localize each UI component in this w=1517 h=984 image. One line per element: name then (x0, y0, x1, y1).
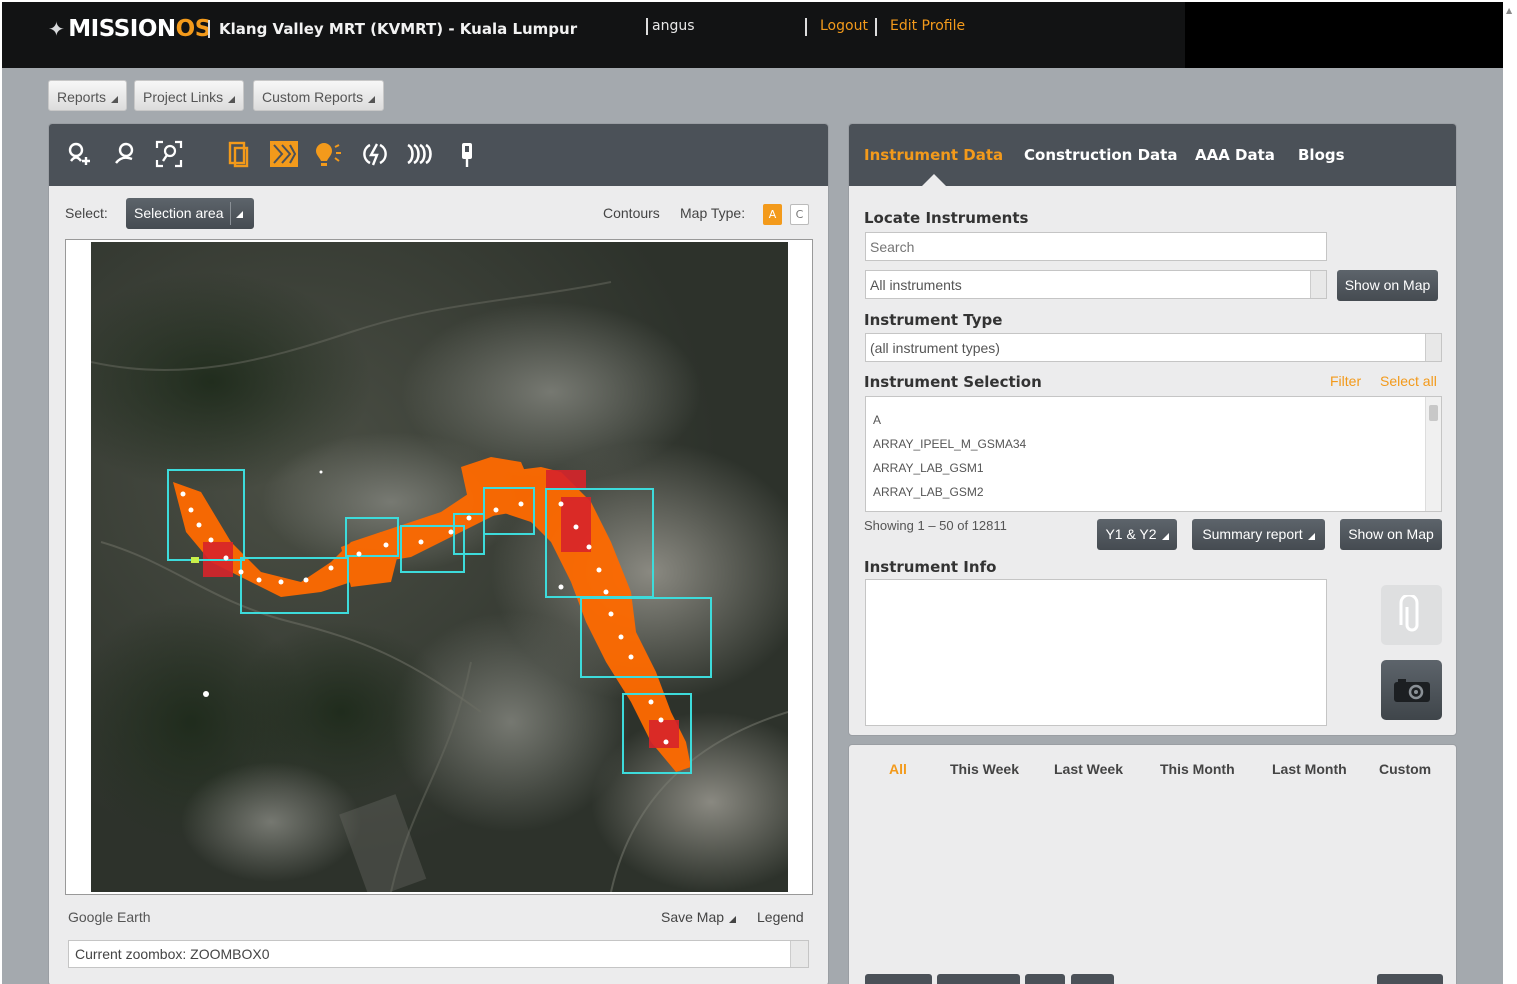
legend-link[interactable]: Legend (757, 909, 804, 925)
zoombox-dropdown-arrow[interactable] (790, 941, 808, 967)
project-links-menu-button[interactable]: Project Links (134, 80, 245, 111)
header-bar: ✦ MISSION OS Klang Valley MRT (KVMRT) - K… (2, 2, 1503, 68)
list-item[interactable]: ARRAY_LAB_GSM1 (873, 461, 984, 475)
map-panel: Select: Selection area Contours Map Type… (48, 123, 829, 984)
locate-instruments-title: Locate Instruments (864, 209, 1029, 227)
logout-link[interactable]: Logout (820, 18, 868, 35)
dropdown-arrow-icon (368, 96, 376, 103)
panel-button[interactable] (865, 974, 932, 984)
bolt-icon: ✦ (48, 17, 65, 41)
instrument-type-title: Instrument Type (864, 311, 1003, 329)
satellite-map[interactable] (91, 242, 788, 892)
instrument-panel: Instrument Data Construction Data AAA Da… (848, 123, 1457, 736)
zoom-out-icon[interactable] (109, 138, 141, 170)
tab-blogs[interactable]: Blogs (1298, 146, 1345, 164)
dropdown-arrow-icon (228, 96, 236, 103)
list-scrollbar[interactable] (1425, 397, 1441, 511)
map-type-c-button[interactable]: C (790, 204, 809, 225)
username: angus (646, 18, 695, 35)
pin-icon[interactable] (451, 138, 483, 170)
dropdown-arrow-icon (111, 96, 119, 103)
list-item[interactable]: A (873, 413, 881, 427)
instrument-info-title: Instrument Info (864, 558, 997, 576)
map-toolbar (49, 124, 828, 186)
instrument-list: A ARRAY_IPEEL_M_GSMA34 ARRAY_LAB_GSM1 AR… (865, 396, 1442, 512)
search-input[interactable] (865, 232, 1327, 261)
waves-icon[interactable] (404, 138, 436, 170)
select-all-link[interactable]: Select all (1380, 373, 1437, 389)
summary-report-dropdown[interactable]: Summary report (1192, 519, 1325, 550)
show-on-map-button[interactable]: Show on Map (1337, 270, 1438, 301)
tab-aaa-data[interactable]: AAA Data (1195, 146, 1275, 164)
period-this-month[interactable]: This Month (1160, 761, 1235, 777)
map-type-label: Map Type: (680, 205, 746, 221)
zoom-extent-icon[interactable] (153, 138, 185, 170)
results-count: Showing 1 – 50 of 12811 (864, 518, 1007, 533)
custom-reports-menu-button[interactable]: Custom Reports (253, 80, 385, 111)
period-custom[interactable]: Custom (1379, 761, 1431, 777)
period-this-week[interactable]: This Week (950, 761, 1019, 777)
attachment-button[interactable] (1381, 585, 1442, 645)
reports-menu-button[interactable]: Reports (48, 80, 128, 111)
chevrons-icon[interactable] (268, 138, 300, 170)
zoombox-select[interactable]: Current zoombox: ZOOMBOX0 (68, 940, 809, 968)
instrument-selection-title: Instrument Selection (864, 373, 1042, 391)
layers-icon[interactable] (223, 138, 255, 170)
selection-mode-dropdown[interactable]: Selection area (126, 198, 254, 229)
app-window: ✦ MISSION OS Klang Valley MRT (KVMRT) - K… (2, 2, 1503, 984)
period-panel: All This Week Last Week This Month Last … (848, 744, 1457, 984)
map-type-a-button[interactable]: A (763, 204, 782, 225)
scroll-up-icon[interactable]: ▲ (1506, 6, 1512, 15)
panel-button[interactable] (937, 974, 1020, 984)
edit-profile-link[interactable]: Edit Profile (890, 18, 965, 35)
list-item[interactable]: ARRAY_LAB_GSM2 (873, 485, 984, 499)
tab-instrument-data[interactable]: Instrument Data (864, 146, 1003, 164)
instrument-info-box (865, 579, 1327, 726)
paperclip-icon (1399, 595, 1418, 632)
map-frame (65, 239, 813, 895)
dropdown-arrow-icon[interactable] (1425, 334, 1441, 361)
panel-button[interactable] (1025, 974, 1065, 984)
camera-icon (1393, 679, 1430, 702)
lightbulb-icon[interactable] (312, 138, 344, 170)
dropdown-arrow-icon[interactable] (1310, 271, 1326, 298)
missionos-logo[interactable]: ✦ MISSION OS (48, 16, 211, 42)
window-scrollbar[interactable]: ▲ (1503, 0, 1517, 984)
period-last-week[interactable]: Last Week (1054, 761, 1123, 777)
dropdown-arrow-icon (236, 211, 243, 218)
dropdown-arrow-icon (1161, 533, 1169, 540)
save-map-dropdown[interactable]: Save Map (661, 909, 737, 925)
dropdown-arrow-icon (1307, 533, 1315, 540)
list-item[interactable]: ARRAY_IPEEL_M_GSMA34 (873, 437, 1026, 451)
contours-toggle[interactable]: Contours (603, 205, 660, 221)
zoom-in-icon[interactable] (63, 138, 95, 170)
instrument-type-select[interactable]: (all instrument types) (865, 333, 1442, 362)
select-label: Select: (65, 205, 108, 221)
google-earth-link[interactable]: Google Earth (68, 909, 151, 925)
filter-link[interactable]: Filter (1330, 373, 1361, 389)
camera-button[interactable] (1381, 660, 1442, 720)
dropdown-arrow-icon (729, 916, 737, 923)
tab-bar: Instrument Data Construction Data AAA Da… (849, 124, 1456, 186)
project-name: Klang Valley MRT (KVMRT) - Kuala Lumpur (208, 20, 577, 38)
lightning-icon[interactable] (359, 138, 391, 170)
period-last-month[interactable]: Last Month (1272, 761, 1347, 777)
panel-button[interactable] (1071, 974, 1114, 984)
tab-construction-data[interactable]: Construction Data (1024, 146, 1177, 164)
period-all[interactable]: All (889, 761, 907, 777)
y1-y2-dropdown[interactable]: Y1 & Y2 (1097, 519, 1177, 550)
instrument-filter-select[interactable]: All instruments (865, 270, 1327, 299)
show-on-map-button-2[interactable]: Show on Map (1340, 519, 1442, 550)
panel-button[interactable] (1377, 974, 1443, 984)
